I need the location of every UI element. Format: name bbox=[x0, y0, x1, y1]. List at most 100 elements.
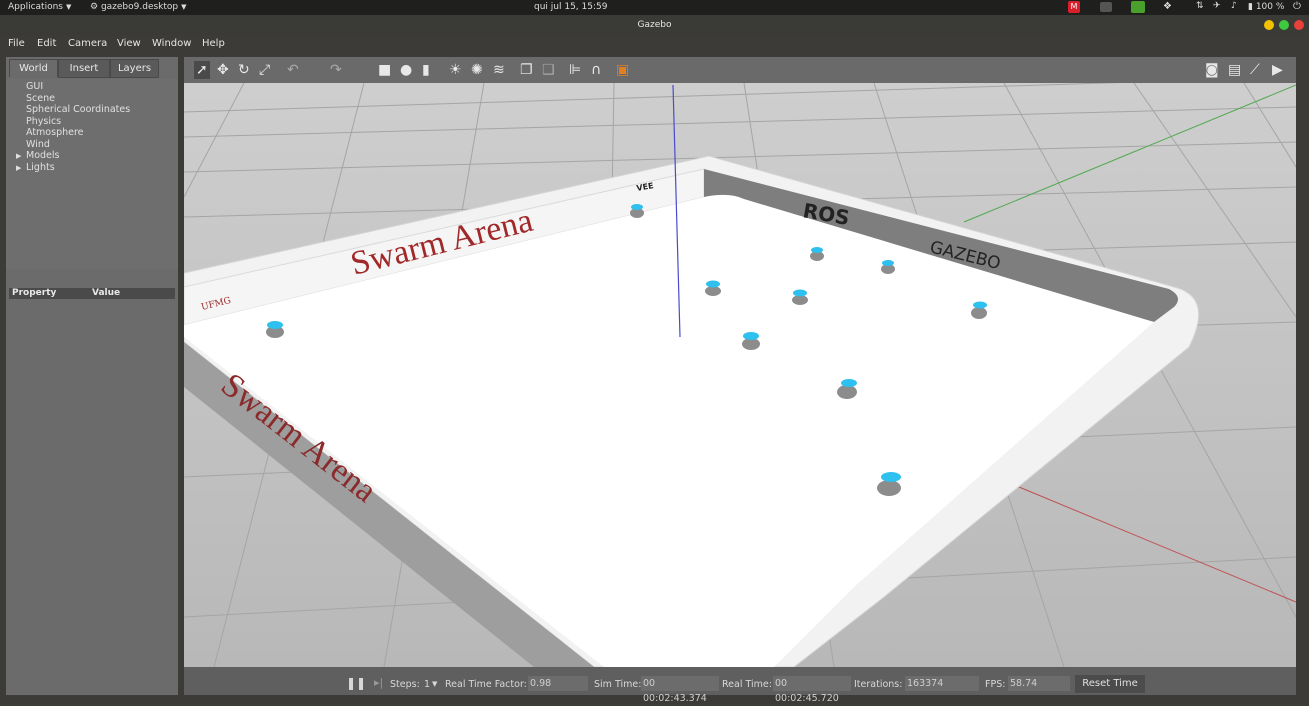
sim-time-label: Sim Time: bbox=[594, 679, 642, 690]
step-icon[interactable]: ▸| bbox=[374, 676, 383, 689]
sphere-shape-icon[interactable]: ● bbox=[400, 61, 412, 79]
video-record-icon[interactable]: ▶ bbox=[1272, 61, 1283, 79]
plot-icon[interactable]: ⟋ bbox=[1250, 61, 1260, 79]
simulation-status-bar: ❚❚ ▸| Steps: 1 ▼ Real Time Factor: 0.98 … bbox=[184, 667, 1296, 704]
app-indicator[interactable]: ⚙ gazebo9.desktop ▼ bbox=[90, 2, 187, 12]
copy-icon[interactable]: ❐ bbox=[520, 61, 533, 79]
menu-file[interactable]: File bbox=[8, 38, 25, 49]
nvidia-icon[interactable] bbox=[1131, 1, 1145, 13]
battery-icon: ▮ bbox=[1248, 2, 1256, 12]
cylinder-shape-icon[interactable]: ▮ bbox=[422, 61, 430, 79]
iterations-label: Iterations: bbox=[854, 679, 903, 690]
clock[interactable]: qui jul 15, 15:59 bbox=[534, 2, 607, 12]
robot-model[interactable] bbox=[792, 289, 808, 306]
real-time-value: 00 00:02:45.720 bbox=[773, 676, 851, 704]
box-shape-icon[interactable]: ■ bbox=[378, 61, 391, 79]
expand-arrow-icon[interactable]: ▶ bbox=[16, 164, 21, 172]
airplane-icon[interactable]: ✈ bbox=[1213, 1, 1221, 11]
battery-indicator[interactable]: ▮ 100 % bbox=[1248, 2, 1284, 12]
menu-edit[interactable]: Edit bbox=[37, 38, 56, 49]
tab-layers[interactable]: Layers bbox=[110, 59, 159, 78]
steps-label: Steps: bbox=[390, 679, 420, 690]
menu-view[interactable]: View bbox=[117, 38, 141, 49]
tree-item-gui[interactable]: GUI bbox=[26, 81, 43, 92]
world-tree: GUI Scene Spherical Coordinates Physics … bbox=[6, 79, 178, 269]
chevron-down-icon: ▼ bbox=[181, 3, 187, 11]
fps-value: 58.74 bbox=[1008, 676, 1070, 691]
paste-icon[interactable]: ❑ bbox=[542, 61, 555, 79]
tree-item-scene[interactable]: Scene bbox=[26, 93, 55, 104]
log-icon[interactable]: ▤ bbox=[1228, 61, 1241, 79]
menu-camera[interactable]: Camera bbox=[68, 38, 107, 49]
tree-item-models[interactable]: Models bbox=[26, 150, 59, 161]
menu-help[interactable]: Help bbox=[202, 38, 225, 49]
rotate-mode-icon[interactable]: ↻ bbox=[238, 61, 250, 79]
steps-value[interactable]: 1 bbox=[424, 679, 430, 690]
applications-label: Applications bbox=[8, 2, 63, 12]
chevron-down-icon: ▼ bbox=[65, 3, 72, 11]
real-time-factor-value: 0.98 bbox=[528, 676, 588, 691]
system-top-bar: Applications ▼ ⚙ gazebo9.desktop ▼ qui jul… bbox=[0, 0, 1309, 15]
scale-mode-icon[interactable]: ⤢ bbox=[259, 61, 270, 79]
applications-menu[interactable]: Applications ▼ bbox=[8, 2, 71, 12]
robot-model[interactable] bbox=[810, 247, 824, 261]
tab-world[interactable]: World bbox=[9, 59, 58, 77]
mail-icon[interactable]: M bbox=[1068, 1, 1080, 13]
snap-icon[interactable]: ∩ bbox=[591, 61, 601, 79]
directional-light-icon[interactable]: ≋ bbox=[493, 61, 505, 79]
tab-insert[interactable]: Insert bbox=[58, 59, 110, 78]
robot-model[interactable] bbox=[630, 204, 644, 218]
app-name-label: gazebo9.desktop bbox=[100, 2, 179, 12]
menu-window[interactable]: Window bbox=[152, 38, 191, 49]
menu-bar: File Edit Camera View Window Help bbox=[0, 35, 1309, 55]
close-button[interactable] bbox=[1294, 20, 1304, 30]
sim-time-value: 00 00:02:43.374 bbox=[641, 676, 719, 704]
tree-item-lights[interactable]: Lights bbox=[26, 162, 55, 173]
screenshot-icon[interactable]: ◙ bbox=[1205, 61, 1219, 79]
chevron-down-icon[interactable]: ▼ bbox=[432, 680, 437, 688]
app-icon: ⚙ bbox=[90, 2, 101, 12]
spot-light-icon[interactable]: ✺ bbox=[471, 61, 483, 79]
maximize-button[interactable] bbox=[1279, 20, 1289, 30]
tree-item-atmosphere[interactable]: Atmosphere bbox=[26, 127, 84, 138]
robot-model[interactable] bbox=[705, 280, 721, 297]
right-strip bbox=[1296, 57, 1309, 695]
expand-arrow-icon[interactable]: ▶ bbox=[16, 152, 21, 160]
tree-item-wind[interactable]: Wind bbox=[26, 139, 50, 150]
robot-model[interactable] bbox=[742, 332, 760, 350]
window-title: Gazebo bbox=[637, 20, 672, 30]
select-mode-icon[interactable]: ➚ bbox=[194, 61, 210, 79]
scene-render[interactable]: Swarm Arena Swarm Arena ROS GAZEBO UFMG … bbox=[184, 57, 1296, 667]
minimize-button[interactable] bbox=[1264, 20, 1274, 30]
real-time-label: Real Time: bbox=[722, 679, 772, 690]
indicator-icon[interactable] bbox=[1100, 2, 1112, 12]
real-time-factor-label: Real Time Factor: bbox=[445, 679, 527, 690]
point-light-icon[interactable]: ☀ bbox=[449, 61, 462, 79]
undo-icon[interactable]: ↶ bbox=[287, 61, 299, 79]
robot-model[interactable] bbox=[881, 260, 895, 274]
robot-model[interactable] bbox=[971, 301, 987, 320]
translate-mode-icon[interactable]: ✥ bbox=[217, 61, 229, 79]
left-panel: World Insert Layers GUI Scene Spherical … bbox=[6, 57, 178, 695]
change-view-icon[interactable]: ▣ bbox=[616, 61, 629, 79]
property-table-header: Property Value bbox=[9, 288, 175, 299]
redo-icon[interactable]: ↷ bbox=[330, 61, 342, 79]
reset-time-button[interactable]: Reset Time bbox=[1075, 675, 1145, 693]
iterations-value: 163374 bbox=[905, 676, 979, 691]
volume-icon[interactable]: ♪ bbox=[1231, 1, 1237, 11]
battery-label: 100 % bbox=[1255, 2, 1285, 12]
robot-model[interactable] bbox=[266, 321, 284, 338]
align-icon[interactable]: ⊫ bbox=[569, 61, 581, 79]
tree-item-spherical-coordinates[interactable]: Spherical Coordinates bbox=[26, 104, 130, 115]
power-icon[interactable]: ⏻ bbox=[1293, 1, 1301, 12]
3d-viewport[interactable]: Swarm Arena Swarm Arena ROS GAZEBO UFMG … bbox=[184, 57, 1296, 667]
network-icon[interactable]: ⇅ bbox=[1196, 1, 1204, 11]
dropbox-icon[interactable]: ❖ bbox=[1163, 1, 1172, 12]
scene-toolbar: ➚ ✥ ↻ ⤢ ↶ ↷ ■ ● ▮ ☀ ✺ ≋ ❐ ❑ ⊫ ∩ ▣ ◙ ▤ ⟋ … bbox=[184, 57, 1296, 83]
tree-item-physics[interactable]: Physics bbox=[26, 116, 61, 127]
value-column-header: Value bbox=[92, 288, 121, 298]
fps-label: FPS: bbox=[985, 679, 1006, 690]
window-title-bar: Gazebo bbox=[0, 15, 1309, 35]
pause-icon[interactable]: ❚❚ bbox=[346, 676, 366, 690]
property-column-header: Property bbox=[12, 288, 57, 298]
